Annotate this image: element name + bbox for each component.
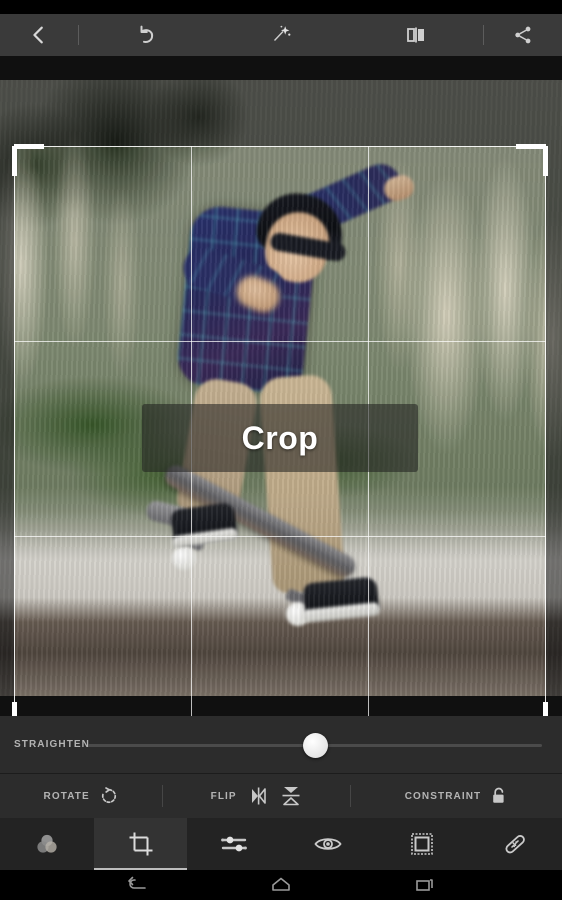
constraint-label: CONSTRAINT — [404, 790, 482, 802]
straighten-slider-knob[interactable] — [303, 732, 328, 758]
share-button[interactable] — [484, 14, 562, 56]
tab-adjust[interactable] — [187, 818, 281, 870]
page-title: Crop — [241, 419, 319, 456]
rotate-button[interactable]: ROTATE — [44, 786, 119, 806]
overlapping-circles-icon — [37, 834, 57, 853]
straighten-label: STRAIGHTEN — [14, 739, 90, 750]
compare-before-after-icon — [406, 27, 424, 43]
constraint-button[interactable]: CONSTRAINT — [405, 786, 509, 806]
tool-tabbar — [0, 818, 562, 870]
tab-blemish[interactable] — [468, 818, 562, 870]
crop-region[interactable]: Crop — [14, 146, 546, 716]
sliders-icon — [221, 836, 248, 852]
photo-canvas[interactable]: Crop — [0, 56, 562, 716]
flip-vertical-icon[interactable] — [279, 783, 303, 809]
crop-icon — [129, 832, 152, 856]
android-recents-icon — [416, 879, 433, 891]
android-back-icon — [128, 876, 146, 889]
share-icon — [515, 26, 531, 44]
status-bar — [0, 0, 562, 14]
compare-button[interactable] — [348, 14, 483, 56]
photo-editor-screen: Crop STRAIGHTEN ROTATE FLIP CONSTRAINT — [0, 0, 562, 900]
tab-frame[interactable] — [375, 818, 469, 870]
eye-icon — [314, 838, 342, 850]
android-home-icon — [272, 877, 290, 891]
undo-button[interactable] — [79, 14, 214, 56]
flip-label: FLIP — [210, 790, 237, 802]
mode-label-overlay: Crop — [142, 404, 418, 472]
nav-back-button[interactable] — [91, 870, 183, 900]
back-button[interactable] — [0, 14, 78, 56]
nav-recents-button[interactable] — [379, 870, 471, 900]
chevron-left-icon — [33, 26, 43, 44]
magic-wand-icon — [274, 25, 291, 41]
straighten-row: STRAIGHTEN — [0, 716, 562, 774]
tab-looks[interactable] — [0, 818, 94, 870]
rotate-label: ROTATE — [43, 790, 90, 802]
tab-crop[interactable] — [93, 818, 188, 870]
rotate-cw-icon — [101, 787, 116, 804]
bandage-icon — [505, 835, 526, 854]
top-toolbar — [0, 14, 562, 56]
auto-enhance-button[interactable] — [214, 14, 349, 56]
crop-actions-row: ROTATE FLIP CONSTRAINT — [0, 774, 562, 818]
nav-home-button[interactable] — [235, 870, 327, 900]
undo-icon — [140, 25, 154, 43]
tab-red-eye[interactable] — [281, 818, 375, 870]
frame-icon — [410, 833, 433, 855]
flip-horizontal-icon[interactable] — [245, 785, 271, 807]
android-navigation-bar — [0, 870, 562, 900]
straighten-slider[interactable] — [88, 730, 542, 760]
lock-open-icon — [493, 787, 504, 803]
